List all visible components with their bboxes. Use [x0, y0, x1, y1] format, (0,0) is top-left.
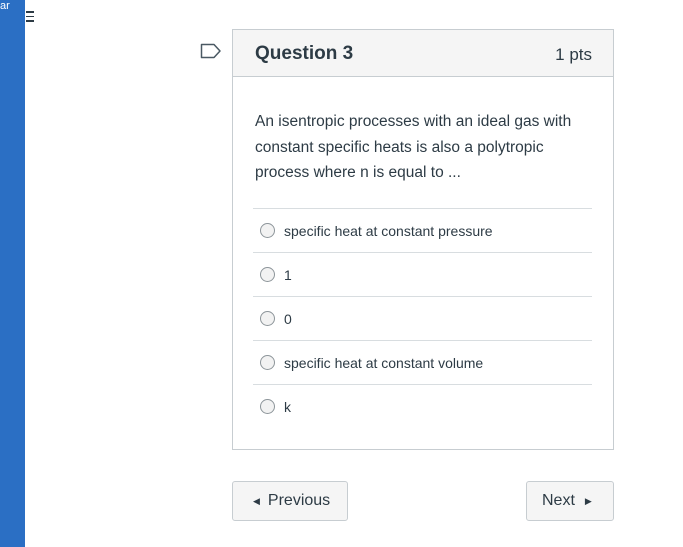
previous-button[interactable]: ◀ Previous: [232, 481, 348, 521]
answer-list: specific heat at constant pressure 1 0 s…: [253, 208, 592, 428]
question-points: 1 pts: [555, 45, 592, 64]
question-title: Question 3: [255, 43, 354, 64]
next-button[interactable]: Next ▶: [526, 481, 614, 521]
radio-button[interactable]: [260, 399, 275, 414]
answer-label: 0: [284, 310, 292, 327]
answer-option[interactable]: k: [253, 384, 592, 428]
radio-button[interactable]: [260, 355, 275, 370]
flag-icon[interactable]: [200, 43, 222, 59]
answer-label: specific heat at constant pressure: [284, 222, 493, 239]
question-text: An isentropic processes with an ideal ga…: [255, 113, 572, 181]
radio-button[interactable]: [260, 267, 275, 282]
radio-button[interactable]: [260, 223, 275, 238]
answer-option[interactable]: 0: [253, 296, 592, 340]
sidebar-partial-text: ar: [0, 0, 10, 12]
hamburger-menu-icon[interactable]: [26, 11, 34, 22]
answer-label: specific heat at constant volume: [284, 354, 484, 371]
question-header: Question 3 1 pts: [233, 30, 613, 77]
next-label: Next: [542, 492, 575, 509]
answer-option[interactable]: specific heat at constant pressure: [253, 208, 592, 252]
answer-option[interactable]: 1: [253, 252, 592, 296]
caret-left-icon: ◀: [253, 495, 260, 506]
answer-label: k: [284, 398, 291, 415]
previous-label: Previous: [267, 492, 331, 509]
question-card: Question 3 1 pts An isentropic processes…: [232, 29, 614, 450]
answer-option[interactable]: specific heat at constant volume: [253, 340, 592, 384]
answer-label: 1: [284, 266, 292, 283]
left-sidebar-strip: ar: [0, 0, 25, 547]
caret-right-icon: ▶: [584, 495, 592, 506]
radio-button[interactable]: [260, 311, 275, 326]
